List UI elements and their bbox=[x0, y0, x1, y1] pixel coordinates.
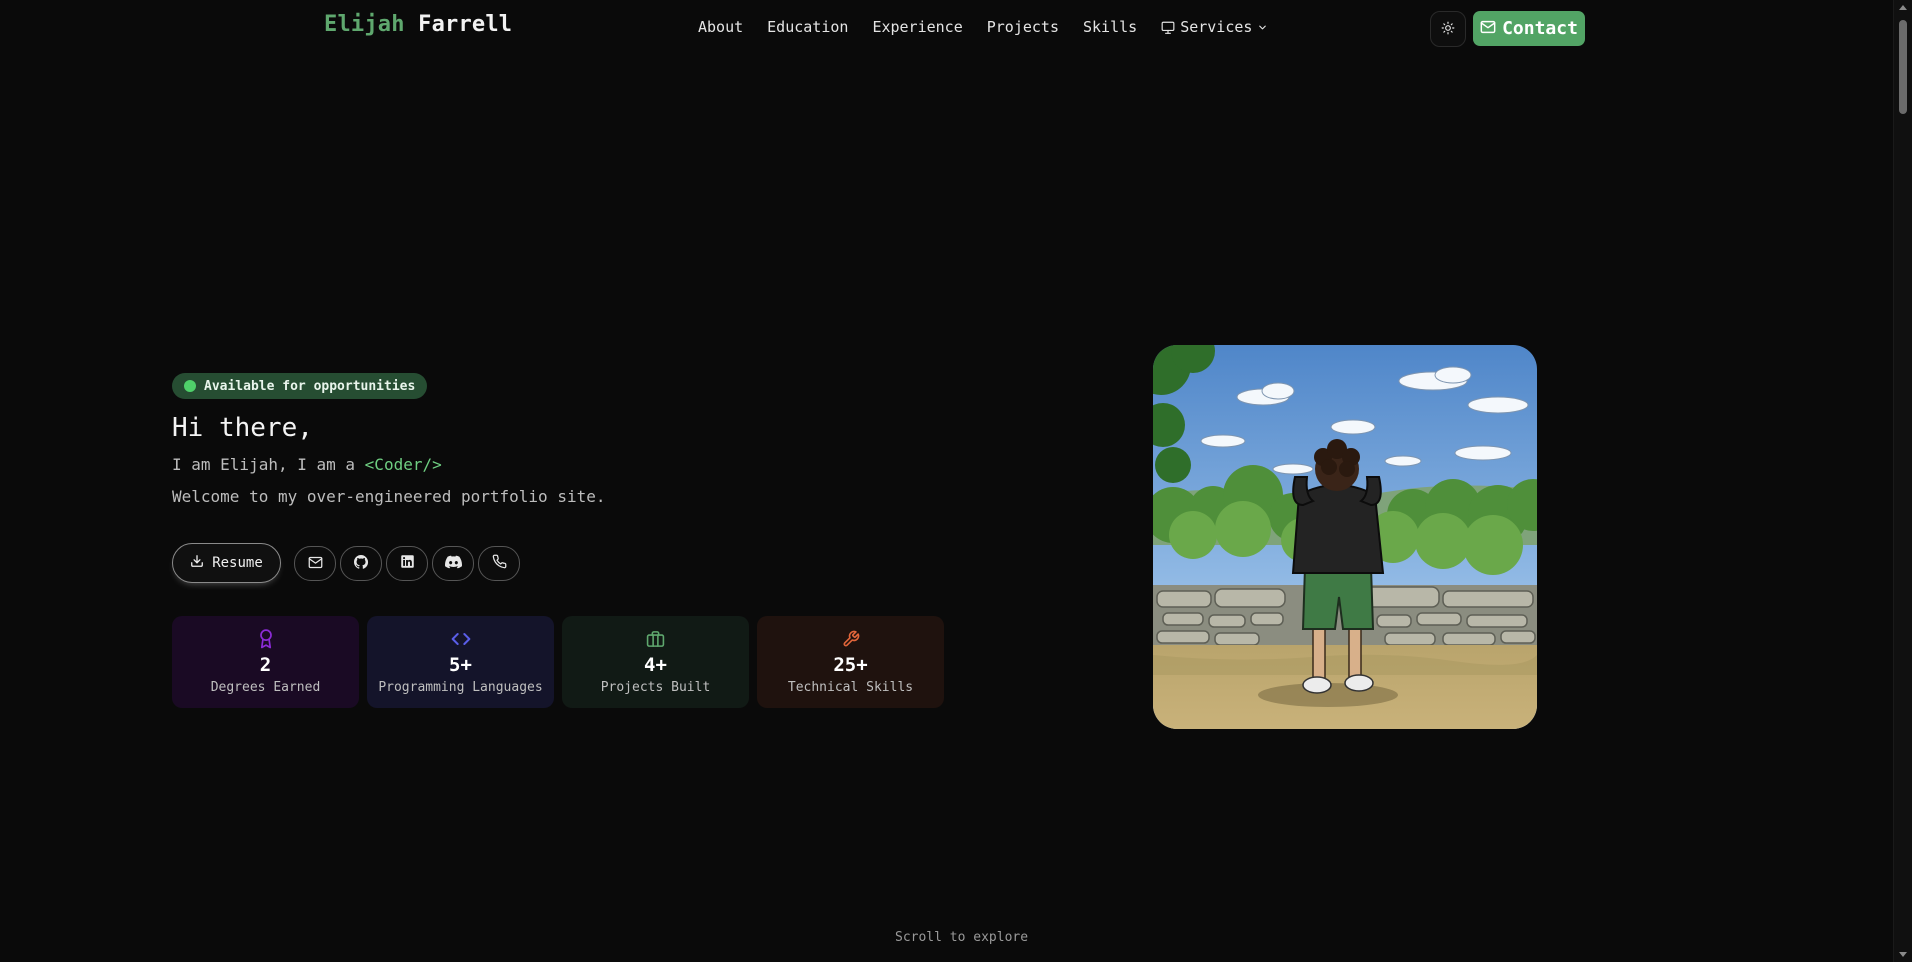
phone-icon bbox=[492, 554, 507, 573]
main-nav: About Education Experience Projects Skil… bbox=[698, 18, 1292, 36]
nav-experience[interactable]: Experience bbox=[872, 18, 962, 36]
nav-education[interactable]: Education bbox=[767, 18, 848, 36]
discord-icon bbox=[444, 554, 462, 573]
scroll-up-icon[interactable] bbox=[1899, 5, 1907, 10]
contact-button[interactable]: Contact bbox=[1473, 11, 1585, 46]
discord-link[interactable] bbox=[432, 546, 474, 581]
chevron-down-icon bbox=[1257, 22, 1268, 33]
hero-illustration bbox=[1153, 345, 1537, 729]
services-label: Services bbox=[1180, 18, 1253, 36]
availability-badge: Available for opportunities bbox=[172, 373, 428, 399]
briefcase-icon bbox=[646, 629, 665, 649]
stat-value: 2 bbox=[259, 654, 272, 676]
monitor-icon bbox=[1161, 21, 1175, 34]
download-icon bbox=[190, 554, 204, 572]
resume-label: Resume bbox=[212, 555, 263, 571]
hero-welcome: Welcome to my over-engineered portfolio … bbox=[172, 487, 606, 506]
stat-card-projects: 4+ Projects Built bbox=[562, 616, 749, 708]
theme-toggle-button[interactable] bbox=[1430, 11, 1466, 47]
code-icon bbox=[451, 629, 471, 649]
page-scrollbar[interactable] bbox=[1893, 0, 1912, 962]
scrollbar-thumb[interactable] bbox=[1899, 20, 1907, 114]
contact-label: Contact bbox=[1502, 18, 1578, 39]
email-link[interactable] bbox=[294, 546, 336, 581]
stat-value: 5+ bbox=[449, 654, 472, 676]
nav-skills[interactable]: Skills bbox=[1083, 18, 1137, 36]
stat-card-degrees: 2 Degrees Earned bbox=[172, 616, 359, 708]
site-header: Elijah Farrell About Education Experienc… bbox=[0, 0, 1893, 56]
logo-first-name: Elijah bbox=[324, 12, 405, 37]
stat-label: Projects Built bbox=[600, 680, 711, 695]
stat-value: 4+ bbox=[644, 654, 667, 676]
mail-icon bbox=[308, 554, 323, 573]
stat-value: 25+ bbox=[833, 654, 868, 676]
award-icon bbox=[258, 629, 274, 649]
wrench-icon bbox=[842, 629, 860, 649]
status-dot bbox=[184, 380, 196, 392]
stat-label: Programming Languages bbox=[378, 680, 543, 695]
site-logo[interactable]: Elijah Farrell bbox=[324, 12, 512, 37]
stat-label: Technical Skills bbox=[787, 680, 914, 695]
scroll-hint: Scroll to explore bbox=[895, 930, 1029, 945]
stat-label: Degrees Earned bbox=[210, 680, 321, 695]
github-link[interactable] bbox=[340, 546, 382, 581]
hero-greeting: Hi there, bbox=[172, 413, 313, 443]
linkedin-link[interactable] bbox=[386, 546, 428, 581]
availability-text: Available for opportunities bbox=[204, 378, 416, 394]
logo-last-name: Farrell bbox=[418, 12, 513, 37]
resume-button[interactable]: Resume bbox=[172, 543, 281, 583]
github-icon bbox=[353, 554, 369, 574]
sun-icon bbox=[1441, 20, 1455, 39]
intro-prefix: I am Elijah, I am a bbox=[172, 455, 356, 474]
nav-projects[interactable]: Projects bbox=[987, 18, 1059, 36]
typed-role: <Coder/> bbox=[364, 455, 442, 474]
hero-intro: I am Elijah, I am a <Coder/> bbox=[172, 455, 442, 474]
stat-card-skills: 25+ Technical Skills bbox=[757, 616, 944, 708]
nav-services-dropdown[interactable]: Services bbox=[1161, 18, 1268, 36]
nav-about[interactable]: About bbox=[698, 18, 743, 36]
stat-card-languages: 5+ Programming Languages bbox=[367, 616, 554, 708]
mail-icon bbox=[1480, 18, 1496, 39]
scroll-down-icon[interactable] bbox=[1899, 952, 1907, 957]
linkedin-icon bbox=[400, 554, 415, 573]
phone-link[interactable] bbox=[478, 546, 520, 581]
